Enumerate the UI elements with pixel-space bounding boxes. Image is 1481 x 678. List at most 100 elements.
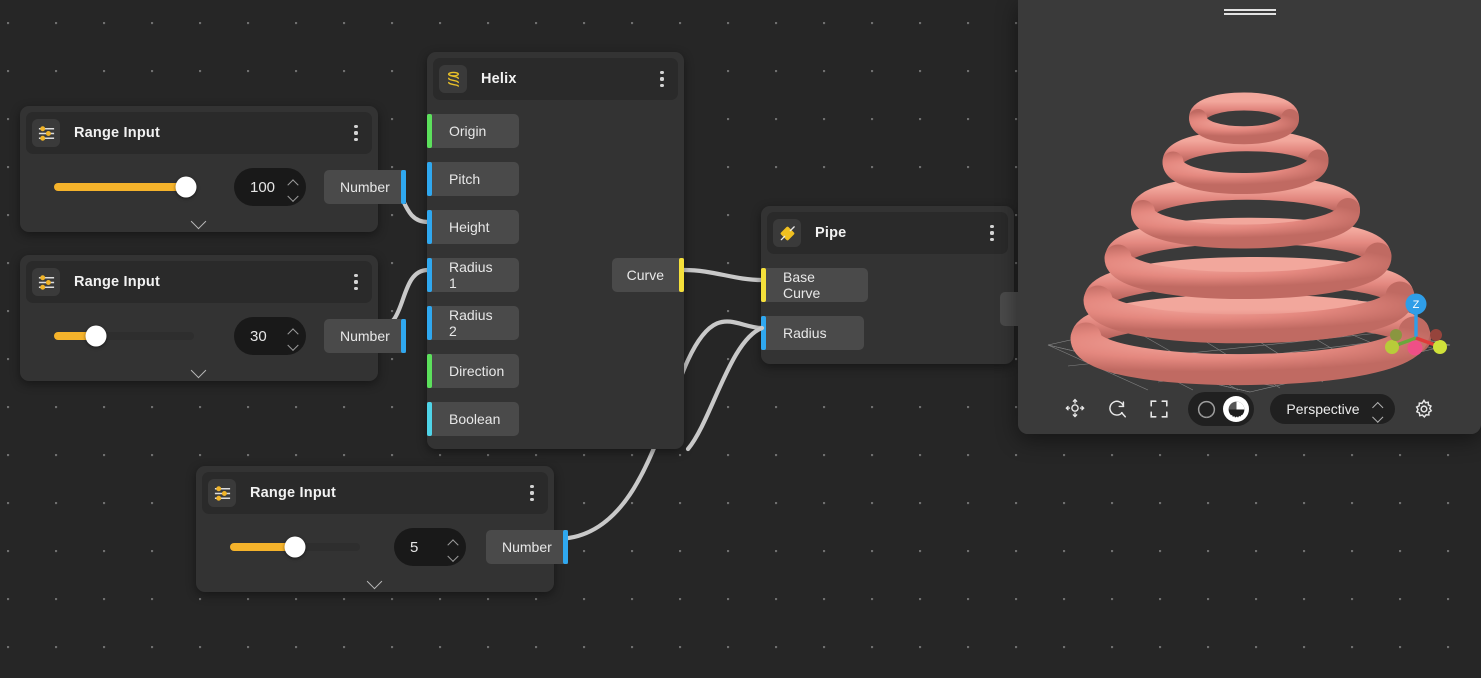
input-port-radius-1[interactable]: Radius 1 [427,258,519,292]
port-row: Radius 1 Curve [427,258,684,292]
input-port-radius[interactable]: Radius [761,316,864,350]
range-slider[interactable] [54,332,194,340]
port-row: Radius Surface [761,316,1014,350]
value-input[interactable]: 5 [394,528,466,566]
input-port-pitch[interactable]: Pitch [427,162,519,196]
chevron-up-icon[interactable] [449,540,458,545]
sliders-icon [32,119,60,147]
projection-value: Perspective [1286,401,1359,417]
sliders-icon [32,268,60,296]
kebab-menu-icon[interactable] [984,225,1000,241]
chevron-down-icon[interactable] [1374,411,1383,416]
range-slider[interactable] [230,543,360,551]
node-pipe[interactable]: Pipe Base Curve Radius Surface [761,206,1014,364]
viewport-panel[interactable]: Z [1018,0,1481,434]
node-header[interactable]: Pipe [767,212,1008,254]
node-body: 30 Number [20,303,378,386]
chevron-up-icon[interactable] [289,329,298,334]
input-port-radius-2[interactable]: Radius 2 [427,306,519,340]
node-header[interactable]: Helix [433,58,678,100]
node-title: Range Input [74,274,348,290]
output-port-curve[interactable]: Curve [612,258,684,292]
value-text: 30 [250,328,267,345]
slider-knob[interactable] [285,537,306,558]
kebab-menu-icon[interactable] [524,485,540,501]
output-port-label: Number [340,328,390,344]
port-marker [427,258,432,292]
kebab-menu-icon[interactable] [348,125,364,141]
shading-wireframe-sphere-icon[interactable] [1193,396,1219,422]
shading-mode-group [1188,392,1254,426]
port-row: Direction [427,354,684,388]
port-marker [761,268,766,302]
refresh-zoom-icon[interactable] [1104,396,1130,422]
slider-knob[interactable] [175,177,196,198]
chevron-down-icon[interactable] [449,550,458,555]
chevron-down-icon[interactable] [289,190,298,195]
node-ports: Base Curve Radius Surface [761,254,1014,366]
chevron-down-icon[interactable] [289,339,298,344]
projection-dropdown[interactable]: Perspective [1270,394,1394,424]
range-slider[interactable] [54,183,194,191]
shading-shaded-sphere-icon[interactable] [1223,396,1249,422]
expand-toggle[interactable] [34,355,364,386]
value-input[interactable]: 30 [234,317,306,355]
output-port-number[interactable]: Number [324,319,406,353]
stepper-updown-icon[interactable] [449,540,458,555]
input-port-label: Direction [449,363,504,379]
kebab-menu-icon[interactable] [348,274,364,290]
viewport-3d-scene[interactable]: Z [1018,0,1481,434]
node-range-input-2[interactable]: Range Input 30 Number [20,255,378,381]
range-row: 5 Number [210,528,540,566]
node-body: 5 Number [196,514,554,597]
output-port-number[interactable]: Number [324,170,406,204]
output-port-label: Number [340,179,390,195]
input-port-origin[interactable]: Origin [427,114,519,148]
expand-toggle[interactable] [210,566,540,597]
range-row: 100 Number [34,168,364,206]
node-helix[interactable]: Helix Origin Pitch Height [427,52,684,449]
node-editor-app: Range Input 100 Number [0,0,1481,678]
kebab-menu-icon[interactable] [654,71,670,87]
node-title: Range Input [250,485,524,501]
port-row: Base Curve [761,268,1014,302]
expand-toggle[interactable] [34,206,364,237]
drag-handle[interactable] [1224,9,1276,16]
output-port-label: Number [502,539,552,555]
output-port-number[interactable]: Number [486,530,568,564]
port-marker [401,170,406,204]
chevron-up-icon[interactable] [289,180,298,185]
node-header[interactable]: Range Input [26,112,372,154]
input-port-label: Radius [783,325,827,341]
gear-icon[interactable] [1411,396,1437,422]
stepper-updown-icon[interactable] [1374,402,1383,416]
input-port-label: Origin [449,123,486,139]
input-port-base-curve[interactable]: Base Curve [761,268,868,302]
port-marker [427,354,432,388]
stepper-updown-icon[interactable] [289,329,298,344]
port-marker [563,530,568,564]
node-range-input-1[interactable]: Range Input 100 Number [20,106,378,232]
slider-knob[interactable] [86,326,107,347]
value-text: 100 [250,179,275,196]
input-port-height[interactable]: Height [427,210,519,244]
port-marker [401,319,406,353]
output-port-label: Curve [627,267,664,283]
chevron-up-icon[interactable] [1374,402,1383,407]
port-marker [427,306,432,340]
port-marker [679,258,684,292]
node-range-input-3[interactable]: Range Input 5 Number [196,466,554,592]
node-title: Helix [481,71,654,87]
port-marker [427,114,432,148]
stepper-updown-icon[interactable] [289,180,298,195]
value-text: 5 [410,539,418,556]
value-input[interactable]: 100 [234,168,306,206]
pan-orbit-icon[interactable] [1062,396,1088,422]
input-port-direction[interactable]: Direction [427,354,519,388]
input-port-boolean[interactable]: Boolean [427,402,519,436]
node-header[interactable]: Range Input [202,472,548,514]
port-marker [427,210,432,244]
input-port-label: Pitch [449,171,480,187]
node-header[interactable]: Range Input [26,261,372,303]
fit-to-frame-icon[interactable] [1146,396,1172,422]
